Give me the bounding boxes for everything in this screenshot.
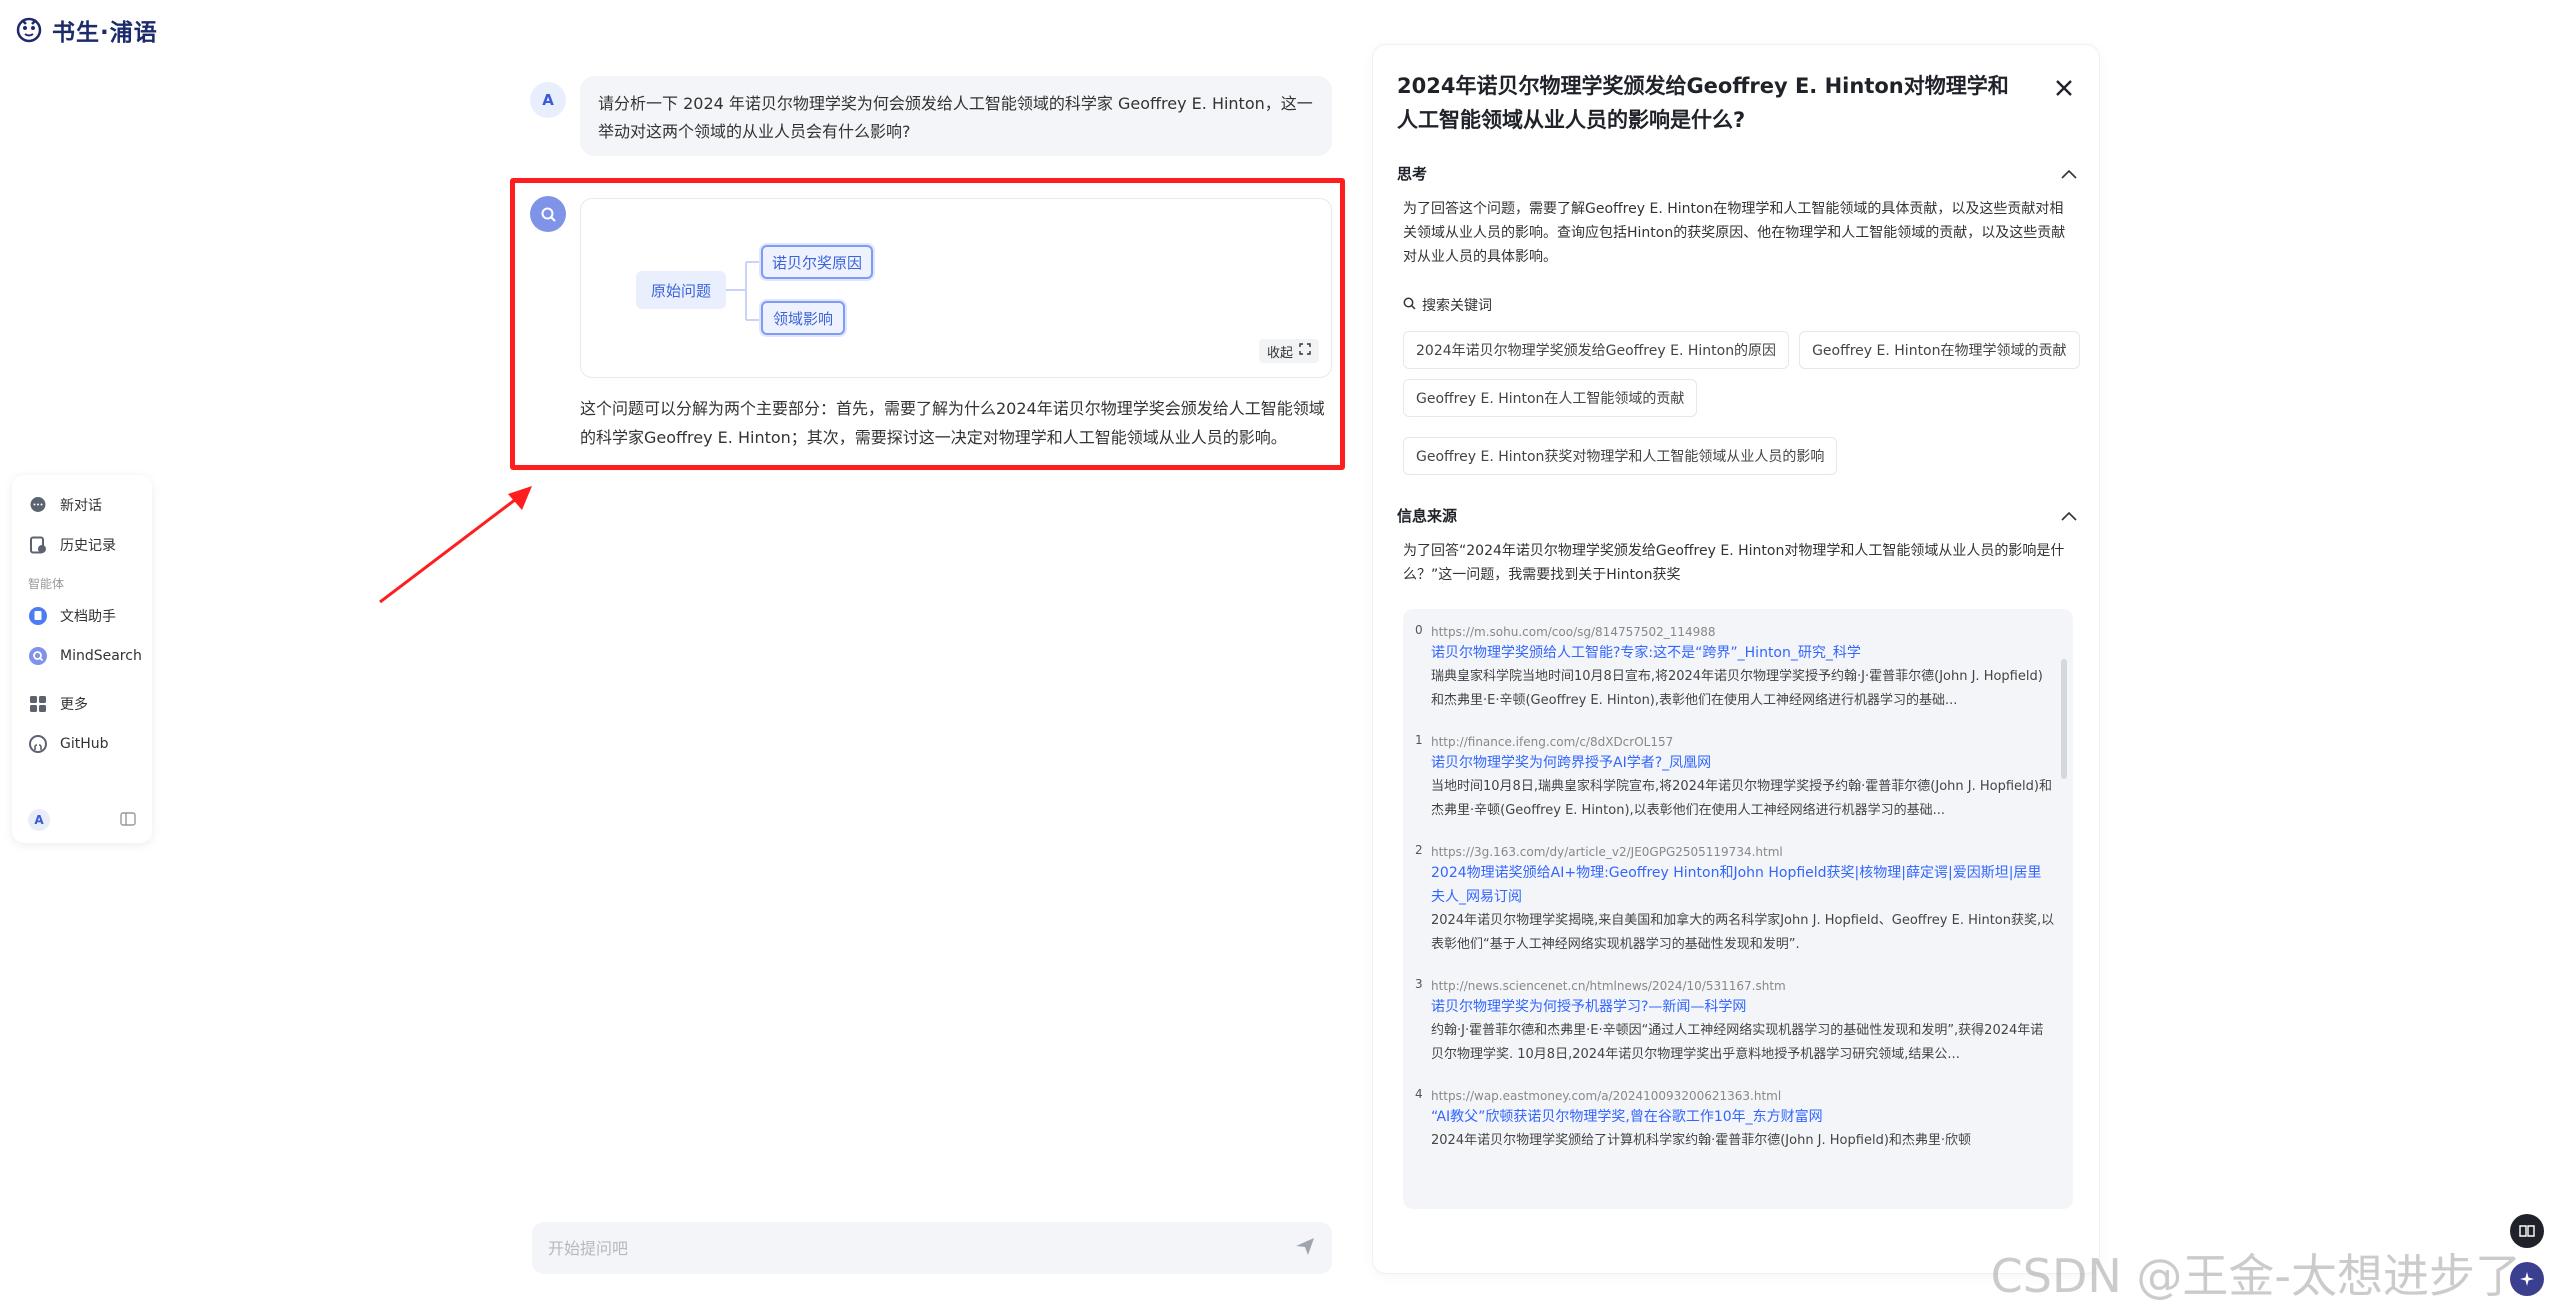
- user-message: 请分析一下 2024 年诺贝尔物理学奖为何会颁发给人工智能领域的科学家 Geof…: [580, 76, 1332, 156]
- source-index: 1: [1415, 733, 1423, 747]
- sidebar-label-new-chat: 新对话: [60, 498, 102, 514]
- source-item[interactable]: 3 http://news.sciencenet.cn/htmlnews/202…: [1415, 977, 2055, 1067]
- sparkle-icon: [2520, 1272, 2534, 1286]
- source-url: https://m.sohu.com/coo/sg/814757502_1149…: [1431, 625, 1716, 639]
- assistant-message: 这个问题可以分解为两个主要部分：首先，需要了解为什么2024年诺贝尔物理学奖会颁…: [580, 399, 1325, 447]
- book-icon: [2519, 1225, 2535, 1237]
- sidebar-section-agents: 智能体: [28, 577, 65, 591]
- source-snippet: 约翰·J·霍普菲尔德和杰弗里·E·辛顿因“通过人工神经网络实现机器学习的基础性发…: [1431, 1023, 2044, 1062]
- thinking-label: 思考: [1397, 165, 1428, 183]
- keyword-tag[interactable]: Geoffrey E. Hinton在物理学领域的贡献: [1799, 331, 2080, 369]
- chat-input-bar: [532, 1222, 1332, 1274]
- sidebar-item-github[interactable]: GitHub: [12, 724, 152, 764]
- source-snippet: 2024年诺贝尔物理学奖颁给了计算机科学家约翰·霍普菲尔德(John J. Ho…: [1431, 1133, 1972, 1148]
- send-icon[interactable]: [1294, 1235, 1316, 1261]
- source-snippet: 瑞典皇家科学院当地时间10月8日宣布,将2024年诺贝尔物理学奖授予约翰·J·霍…: [1431, 669, 2043, 708]
- source-index: 4: [1415, 1087, 1423, 1101]
- sources-scrollbar[interactable]: [2061, 659, 2067, 779]
- assistant-avatar: [530, 196, 566, 232]
- history-icon: [28, 535, 48, 555]
- source-item[interactable]: 2 https://3g.163.com/dy/article_v2/JE0GP…: [1415, 843, 2055, 957]
- mindsearch-icon: [28, 646, 48, 666]
- source-title-link[interactable]: 诺贝尔物理学奖颁给人工智能?专家:这不是“跨界”_Hinton_研究_科学: [1431, 641, 2055, 665]
- sidebar-label-github: GitHub: [60, 736, 109, 752]
- csdn-watermark: CSDN @王金-太想进步了: [1990, 1249, 2521, 1303]
- source-snippet: 当地时间10月8日,瑞典皇家科学院宣布,将2024年诺贝尔物理学奖授予约翰·霍普…: [1431, 779, 2052, 818]
- source-title-link[interactable]: 诺贝尔物理学奖为何跨界授予AI学者?_凤凰网: [1431, 751, 2055, 775]
- logo-mascot-icon: [14, 15, 44, 45]
- app-logo[interactable]: 书生·浦语: [14, 10, 158, 50]
- user-avatar-small[interactable]: A: [28, 809, 50, 831]
- close-icon[interactable]: [2049, 73, 2079, 103]
- keyword-tag[interactable]: Geoffrey E. Hinton获奖对物理学和人工智能领域从业人员的影响: [1403, 437, 1838, 475]
- mindsearch-bot-icon: [541, 207, 556, 222]
- grid-icon: [28, 694, 48, 714]
- source-item[interactable]: 0 https://m.sohu.com/coo/sg/814757502_11…: [1415, 623, 2055, 713]
- source-item[interactable]: 4 https://wap.eastmoney.com/a/2024100932…: [1415, 1087, 2055, 1153]
- sources-label: 信息来源: [1397, 507, 1458, 525]
- keywords-label: 搜索关键词: [1422, 298, 1492, 314]
- mindmap-node-field-impact[interactable]: 领域影响: [761, 301, 845, 335]
- source-item[interactable]: 1 http://finance.ifeng.com/c/8dXDcrOL157…: [1415, 733, 2055, 823]
- chevron-up-icon: [2061, 165, 2077, 183]
- chat-bubble-icon: [28, 495, 48, 515]
- mindmap-node-nobel-reason[interactable]: 诺贝尔奖原因: [761, 245, 873, 279]
- source-index: 3: [1415, 977, 1423, 991]
- sidebar-label-mindsearch: MindSearch: [60, 648, 142, 664]
- keyword-list: 2024年诺贝尔物理学奖颁发给Geoffrey E. Hinton的原因 Geo…: [1403, 331, 2083, 475]
- github-icon: [28, 734, 48, 754]
- source-title-link[interactable]: “AI教父”欣顿获诺贝尔物理学奖,曾在谷歌工作10年_东方财富网: [1431, 1105, 2055, 1129]
- source-url: https://wap.eastmoney.com/a/202410093200…: [1431, 1089, 1782, 1103]
- sidebar-item-history[interactable]: 历史记录: [12, 525, 152, 565]
- source-snippet: 2024年诺贝尔物理学奖揭晓,来自美国和加拿大的两名科学家John J. Hop…: [1431, 913, 2055, 952]
- keyword-tag[interactable]: 2024年诺贝尔物理学奖颁发给Geoffrey E. Hinton的原因: [1403, 331, 1790, 369]
- sidebar-label-history: 历史记录: [60, 538, 116, 554]
- keyword-tag[interactable]: Geoffrey E. Hinton在人工智能领域的贡献: [1403, 379, 1698, 417]
- red-arrow-annotation: [379, 486, 532, 604]
- sources-intro: 为了回答“2024年诺贝尔物理学奖颁发给Geoffrey E. Hinton对物…: [1403, 543, 2065, 583]
- source-url: http://finance.ifeng.com/c/8dXDcrOL157: [1431, 735, 1674, 749]
- collapse-button[interactable]: 收起: [1258, 339, 1319, 363]
- chat-input[interactable]: [548, 1238, 1294, 1258]
- collapse-label: 收起: [1266, 345, 1293, 361]
- sidebar-item-new-chat[interactable]: 新对话: [12, 485, 152, 525]
- source-index: 0: [1415, 623, 1423, 637]
- expand-icon: [1299, 343, 1311, 359]
- sources-list: 0 https://m.sohu.com/coo/sg/814757502_11…: [1403, 609, 2073, 1209]
- keywords-header: 搜索关键词: [1403, 295, 1492, 315]
- mindmap-root-node[interactable]: 原始问题: [636, 271, 726, 309]
- sidebar-label-doc-assistant: 文档助手: [60, 609, 116, 625]
- source-index: 2: [1415, 843, 1423, 857]
- sidebar-collapse-icon[interactable]: [120, 811, 136, 830]
- sources-section-header[interactable]: 信息来源: [1397, 505, 2077, 526]
- search-icon: [1403, 297, 1416, 314]
- source-title-link[interactable]: 诺贝尔物理学奖为何授予机器学习?—新闻—科学网: [1431, 995, 2055, 1019]
- logo-text: 书生·浦语: [52, 20, 158, 46]
- left-sidebar: 新对话 历史记录 智能体 文档助手 MindSearch 更多 GitHub A: [12, 475, 152, 843]
- source-url: http://news.sciencenet.cn/htmlnews/2024/…: [1431, 979, 1786, 993]
- sidebar-item-doc-assistant[interactable]: 文档助手: [12, 596, 152, 636]
- mindsearch-detail-panel: 2024年诺贝尔物理学奖颁发给Geoffrey E. Hinton对物理学和人工…: [1372, 44, 2100, 1274]
- source-title-link[interactable]: 2024物理诺奖颁给AI+物理:Geoffrey Hinton和John Hop…: [1431, 861, 2055, 909]
- mindmap-card: 原始问题 诺贝尔奖原因 领域影响 收起: [580, 198, 1332, 378]
- document-assistant-icon: [28, 606, 48, 626]
- user-avatar: A: [530, 82, 566, 118]
- thinking-section-header[interactable]: 思考: [1397, 163, 2077, 184]
- sidebar-label-more: 更多: [60, 697, 88, 713]
- source-url: https://3g.163.com/dy/article_v2/JE0GPG2…: [1431, 845, 1783, 859]
- sidebar-item-mindsearch[interactable]: MindSearch: [12, 636, 152, 676]
- thinking-text: 为了回答这个问题，需要了解Geoffrey E. Hinton在物理学和人工智能…: [1403, 201, 2066, 265]
- sidebar-item-more[interactable]: 更多: [12, 684, 152, 724]
- panel-title: 2024年诺贝尔物理学奖颁发给Geoffrey E. Hinton对物理学和人工…: [1397, 74, 2009, 132]
- chevron-up-icon: [2061, 507, 2077, 525]
